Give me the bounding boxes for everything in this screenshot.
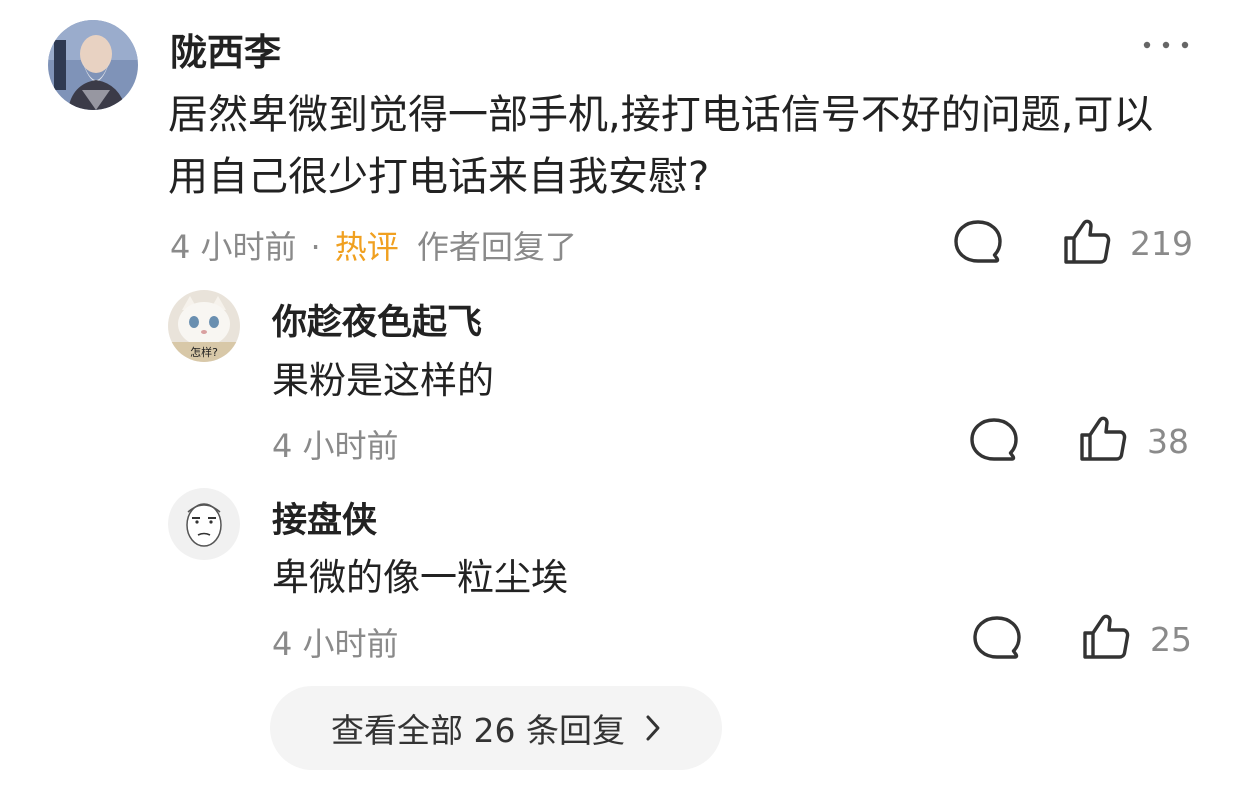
reply-time: 4 小时前 [272, 427, 399, 465]
comment-thread: 陇西李 居然卑微到觉得一部手机,接打电话信号不好的问题,可以用自己很少打电话来自… [0, 0, 1242, 800]
more-dots-icon[interactable] [1142, 40, 1190, 50]
chevron-right-icon [646, 715, 660, 741]
main-comment-author[interactable]: 陇西李 [170, 22, 281, 76]
comment-bubble-icon[interactable] [968, 416, 1020, 466]
view-all-replies-button[interactable]: 查看全部 26 条回复 [270, 686, 722, 770]
comment-bubble-icon[interactable] [971, 614, 1023, 664]
main-comment-time: 4 小时前 [170, 228, 297, 266]
main-comment-like-count: 219 [1130, 224, 1193, 263]
reply-like-count: 38 [1147, 422, 1189, 461]
reply-author[interactable]: 你趁夜色起飞 [272, 294, 482, 345]
reply-text: 果粉是这样的 [272, 359, 494, 402]
reply-avatar[interactable] [168, 488, 240, 560]
main-comment-text: 居然卑微到觉得一部手机,接打电话信号不好的问题,可以用自己很少打电话来自我安慰? [168, 92, 1154, 200]
reply-author[interactable]: 接盘侠 [272, 492, 377, 543]
author-replied-label[interactable]: 作者回复了 [417, 228, 577, 266]
elderly-man-portrait-avatar [48, 20, 138, 110]
reply-text: 卑微的像一粒尘埃 [272, 556, 568, 599]
meta-separator: · [310, 228, 321, 266]
main-comment-avatar[interactable] [48, 20, 138, 110]
reply-time: 4 小时前 [272, 625, 399, 663]
hot-comment-badge: 热评 [334, 228, 399, 266]
main-comment-meta: 4 小时前 · 热评 作者回复了 [170, 222, 577, 268]
meme-face-avatar [168, 488, 240, 560]
comment-bubble-icon[interactable] [952, 218, 1004, 268]
like-thumb-icon[interactable] [1081, 613, 1131, 661]
like-thumb-icon[interactable] [1062, 218, 1112, 266]
view-all-replies-label: 查看全部 26 条回复 [331, 711, 625, 750]
white-cat-avatar: 怎样? [168, 290, 240, 362]
reply-like-count: 25 [1150, 620, 1192, 659]
avatar-caption: 怎样? [190, 345, 218, 359]
reply-avatar[interactable]: 怎样? [168, 290, 240, 362]
like-thumb-icon[interactable] [1078, 415, 1128, 463]
